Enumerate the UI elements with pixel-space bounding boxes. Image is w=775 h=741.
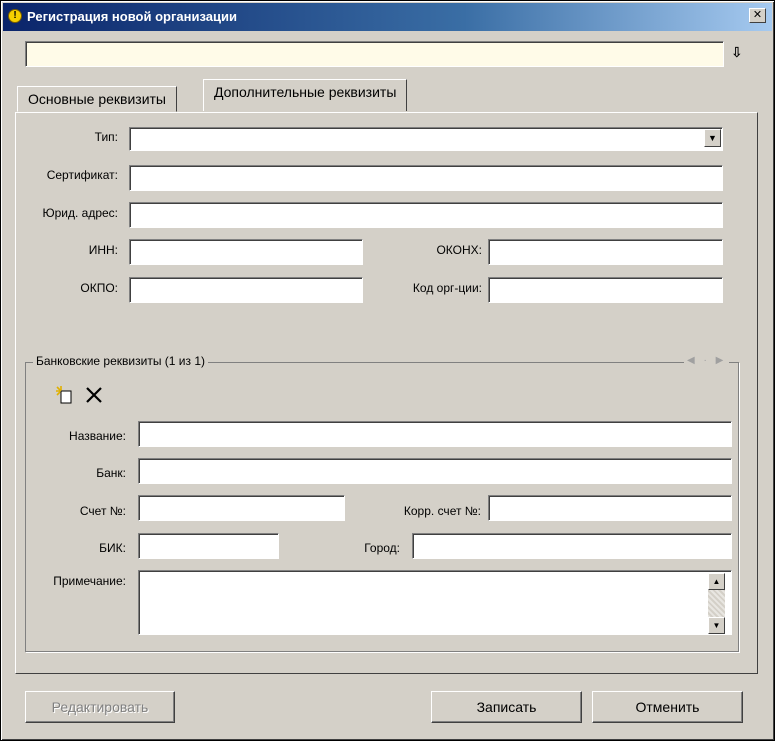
edit-button[interactable]: Редактировать bbox=[25, 691, 175, 723]
corr-account-label: Корр. счет №: bbox=[403, 504, 481, 518]
okonh-label: ОКОНХ: bbox=[436, 243, 482, 257]
bank-name-input[interactable] bbox=[138, 421, 732, 447]
legal-address-input[interactable] bbox=[129, 202, 723, 228]
corr-account-input[interactable] bbox=[488, 495, 732, 521]
okonh-input[interactable] bbox=[488, 239, 723, 265]
window-title: Регистрация новой организации bbox=[27, 9, 237, 24]
certificate-input[interactable] bbox=[129, 165, 723, 191]
note-textarea[interactable] bbox=[138, 570, 732, 635]
type-select[interactable]: ▼ bbox=[129, 127, 723, 151]
scroll-down-icon[interactable]: ▼ bbox=[708, 617, 725, 634]
note-label: Примечание: bbox=[53, 574, 126, 588]
bik-label: БИК: bbox=[99, 541, 126, 555]
okpo-label: ОКПО: bbox=[80, 281, 118, 295]
bank-name-label: Название: bbox=[69, 429, 126, 443]
record-navigation[interactable]: ◀ · ▶ bbox=[684, 355, 730, 366]
tab-main-details[interactable]: Основные реквизиты bbox=[17, 86, 177, 112]
city-label: Город: bbox=[364, 541, 400, 555]
org-code-label: Код орг-ции: bbox=[412, 281, 482, 295]
dialog-window: ! Регистрация новой организации ✕ ⇩ Осно… bbox=[0, 0, 775, 741]
bik-input[interactable] bbox=[138, 533, 279, 559]
new-record-icon[interactable] bbox=[55, 385, 75, 405]
inn-label: ИНН: bbox=[88, 243, 118, 257]
delete-icon[interactable] bbox=[84, 385, 104, 405]
account-number-input[interactable] bbox=[138, 495, 345, 521]
bank-details-legend: Банковские реквизиты (1 из 1) bbox=[33, 354, 208, 368]
tab-additional-details[interactable]: Дополнительные реквизиты bbox=[203, 79, 408, 111]
okpo-input[interactable] bbox=[129, 277, 363, 303]
cancel-button[interactable]: Отменить bbox=[592, 691, 743, 723]
scroll-up-icon[interactable]: ▲ bbox=[708, 573, 725, 590]
save-button[interactable]: Записать bbox=[431, 691, 582, 723]
chevron-down-icon[interactable]: ▼ bbox=[704, 129, 721, 147]
note-scrollbar[interactable]: ▲ ▼ bbox=[708, 573, 725, 634]
organization-name-input[interactable] bbox=[25, 41, 724, 67]
title-bar[interactable]: ! Регистрация новой организации ✕ bbox=[3, 3, 772, 31]
type-label: Тип: bbox=[94, 130, 118, 144]
legal-address-label: Юрид. адрес: bbox=[42, 206, 118, 220]
close-button[interactable]: ✕ bbox=[749, 8, 766, 23]
info-icon: ! bbox=[8, 9, 22, 23]
inn-input[interactable] bbox=[129, 239, 363, 265]
pin-icon[interactable]: ⇩ bbox=[731, 44, 743, 61]
bank-input[interactable] bbox=[138, 458, 732, 484]
tab-label: Дополнительные реквизиты bbox=[214, 84, 397, 100]
certificate-label: Сертификат: bbox=[46, 168, 118, 182]
city-input[interactable] bbox=[412, 533, 732, 559]
bank-label: Банк: bbox=[96, 466, 126, 480]
org-code-input[interactable] bbox=[488, 277, 723, 303]
tab-label: Основные реквизиты bbox=[28, 91, 166, 107]
account-number-label: Счет №: bbox=[79, 504, 126, 518]
